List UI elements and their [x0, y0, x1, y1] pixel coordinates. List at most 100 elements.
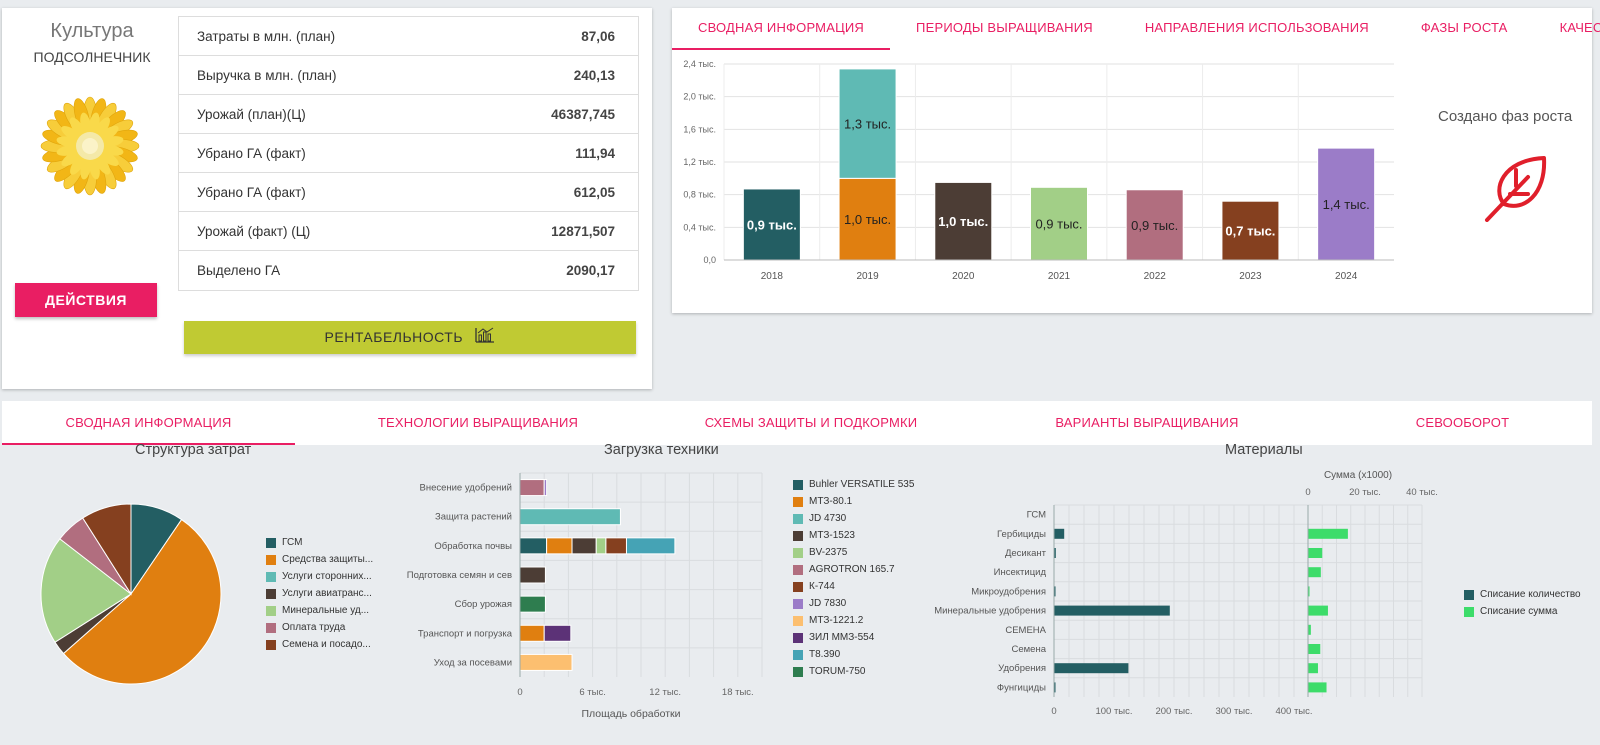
flower-center-inner — [82, 138, 98, 154]
tab-growth-1[interactable]: ПЕРИОДЫ ВЫРАЩИВАНИЯ — [890, 8, 1119, 50]
legend-label: Оплата труда — [282, 622, 346, 633]
legend-item[interactable]: Списание количество — [1464, 586, 1581, 603]
y-tick-label: Обработка почвы — [434, 541, 512, 552]
legend-label: JD 7830 — [809, 598, 847, 609]
legend-item[interactable]: Средства защиты... — [266, 551, 373, 568]
tab-growth-0[interactable]: СВОДНАЯ ИНФОРМАЦИЯ — [672, 8, 891, 50]
actions-button[interactable]: ДЕЙСТВИЯ — [15, 283, 157, 317]
y-tick-label: 0,4 тыс. — [683, 222, 716, 232]
legend-swatch — [266, 639, 276, 650]
x-tick-label: 2018 — [761, 271, 784, 282]
y-tick-label: Инсектицид — [994, 567, 1047, 578]
tab-bottom-4[interactable]: СЕВООБОРОТ — [1333, 401, 1592, 445]
legend-item[interactable]: Семена и посадо... — [266, 636, 373, 653]
legend-label: К-744 — [809, 581, 835, 592]
legend-label: Списание количество — [1480, 589, 1581, 600]
y-tick-label: 1,6 тыс. — [683, 124, 716, 134]
legend-swatch — [793, 598, 803, 609]
stats-label: Убрано ГА (факт) — [197, 145, 306, 161]
y-tick-label: Сбор урожая — [455, 599, 512, 610]
tab-bottom-1[interactable]: ТЕХНОЛОГИИ ВЫРАЩИВАНИЯ — [295, 401, 661, 445]
materials-legend: Списание количество Списание сумма — [1464, 586, 1581, 620]
legend-item[interactable]: Услуги сторонних... — [266, 568, 373, 585]
legend-label: ЗИЛ ММЗ-554 — [809, 632, 875, 643]
materials-chart-title: Материалы — [1225, 442, 1303, 458]
legend-swatch — [793, 564, 803, 575]
x-tick-label: 2024 — [1335, 271, 1358, 282]
legend-swatch — [793, 479, 803, 490]
machinery-bar — [519, 653, 573, 671]
stats-row: Выделено ГА 2090,17 — [179, 251, 638, 290]
legend-label: МТЗ-80.1 — [809, 496, 853, 507]
legend-item[interactable]: МТЗ-1523 — [793, 527, 914, 544]
bottom-tabs: СВОДНАЯ ИНФОРМАЦИЯ ТЕХНОЛОГИИ ВЫРАЩИВАНИЯ… — [2, 401, 1592, 445]
y-tick-label: Микроудобрения — [971, 586, 1046, 597]
legend-item[interactable]: МТЗ-1221.2 — [793, 612, 914, 629]
legend-swatch — [266, 537, 276, 548]
stats-label: Затраты в млн. (план) — [197, 28, 336, 44]
legend-swatch — [266, 605, 276, 616]
legend-swatch — [793, 513, 803, 524]
legend-item[interactable]: JD 7830 — [793, 595, 914, 612]
tab-bottom-2[interactable]: СХЕМЫ ЗАЩИТЫ И ПОДКОРМКИ — [661, 401, 961, 445]
tab-bottom-0[interactable]: СВОДНАЯ ИНФОРМАЦИЯ — [2, 401, 295, 445]
bar-data-label: 1,0 тыс. — [938, 214, 988, 229]
tab-growth-3[interactable]: ФАЗЫ РОСТА — [1395, 8, 1534, 50]
machinery-legend: Buhler VERSATILE 535 МТЗ-80.1 JD 4730 МТЗ-1… — [793, 476, 914, 680]
machinery-bar — [571, 537, 597, 555]
costs-legend: ГСМ Средства защиты... Услуги сторонних...… — [266, 534, 373, 653]
legend-item[interactable]: МТЗ-80.1 — [793, 493, 914, 510]
legend-item[interactable]: AGROTRON 165.7 — [793, 561, 914, 578]
legend-swatch — [266, 588, 276, 599]
legend-item[interactable]: BV-2375 — [793, 544, 914, 561]
legend-item[interactable]: Оплата труда — [266, 619, 373, 636]
legend-item[interactable]: Buhler VERSATILE 535 — [793, 476, 914, 493]
machinery-bar — [519, 624, 545, 642]
legend-label: TORUM-750 — [809, 666, 866, 677]
legend-label: T8.390 — [809, 649, 841, 660]
legend-item[interactable]: JD 4730 — [793, 510, 914, 527]
legend-item[interactable]: К-744 — [793, 578, 914, 595]
y-tick-label: Подготовка семян и сев — [407, 570, 512, 581]
legend-item[interactable]: T8.390 — [793, 646, 914, 663]
growth-bar-chart: 0,0 0,4 тыс. 0,8 тыс. 1,2 тыс. 1,6 тыс. 2,0 т… — [683, 59, 1394, 282]
leaf-icon[interactable] — [1484, 152, 1554, 222]
legend-swatch — [266, 571, 276, 582]
bar-data-label: 0,9 тыс. — [747, 217, 797, 232]
profitability-button[interactable]: РЕНТАБЕЛЬНОСТЬ — [184, 321, 636, 354]
machinery-bar — [543, 624, 572, 642]
tab-growth-4[interactable]: КАЧЕСТВО — [1534, 8, 1600, 50]
culture-name: ПОДСОЛНЕЧНИК — [33, 49, 151, 65]
y-tick-label: 0,8 тыс. — [683, 190, 716, 200]
culture-card: Культура ПОДСОЛНЕЧНИК ДЕЙСТВИЯ Затраты в… — [2, 8, 652, 389]
materials-bar-sum — [1308, 605, 1328, 616]
legend-item[interactable]: Списание сумма — [1464, 603, 1581, 620]
y-tick-label: Внесение удобрений — [419, 483, 512, 494]
legend-item[interactable]: TORUM-750 — [793, 663, 914, 680]
machinery-bar-chart: 0 6 тыс. 12 тыс. 18 тыс. Внесение удобрений З… — [407, 472, 763, 720]
legend-item[interactable]: ГСМ — [266, 534, 373, 551]
materials-bar-sum — [1308, 663, 1318, 674]
stats-label: Урожай (план)(Ц) — [197, 106, 306, 122]
materials-bar-quantity — [1054, 663, 1129, 674]
stats-value: 2090,17 — [566, 263, 615, 278]
machinery-bar — [519, 479, 545, 497]
materials-bar-sum — [1308, 528, 1348, 539]
x-tick-label: 100 тыс. — [1095, 706, 1132, 717]
y-tick-label: Уход за посевами — [434, 657, 512, 668]
legend-item[interactable]: Услуги авиатранс... — [266, 585, 373, 602]
tab-bottom-3[interactable]: ВАРИАНТЫ ВЫРАЩИВАНИЯ — [961, 401, 1333, 445]
legend-swatch — [1464, 589, 1474, 600]
legend-swatch — [793, 666, 803, 677]
legend-item[interactable]: ЗИЛ ММЗ-554 — [793, 629, 914, 646]
stats-row: Убрано ГА (факт) 612,05 — [179, 173, 638, 212]
stats-label: Урожай (факт) (Ц) — [197, 223, 311, 239]
legend-swatch — [793, 615, 803, 626]
materials-bar-sum — [1308, 548, 1323, 558]
tab-growth-2[interactable]: НАПРАВЛЕНИЯ ИСПОЛЬЗОВАНИЯ — [1119, 8, 1395, 50]
legend-item[interactable]: Минеральные уд... — [266, 602, 373, 619]
bar-data-label: 0,9 тыс. — [1131, 218, 1178, 233]
growth-tabs: СВОДНАЯ ИНФОРМАЦИЯ ПЕРИОДЫ ВЫРАЩИВАНИЯ НАП… — [672, 8, 1600, 50]
materials-bar-sum — [1308, 644, 1321, 654]
machinery-chart-title: Загрузка техники — [604, 442, 719, 458]
